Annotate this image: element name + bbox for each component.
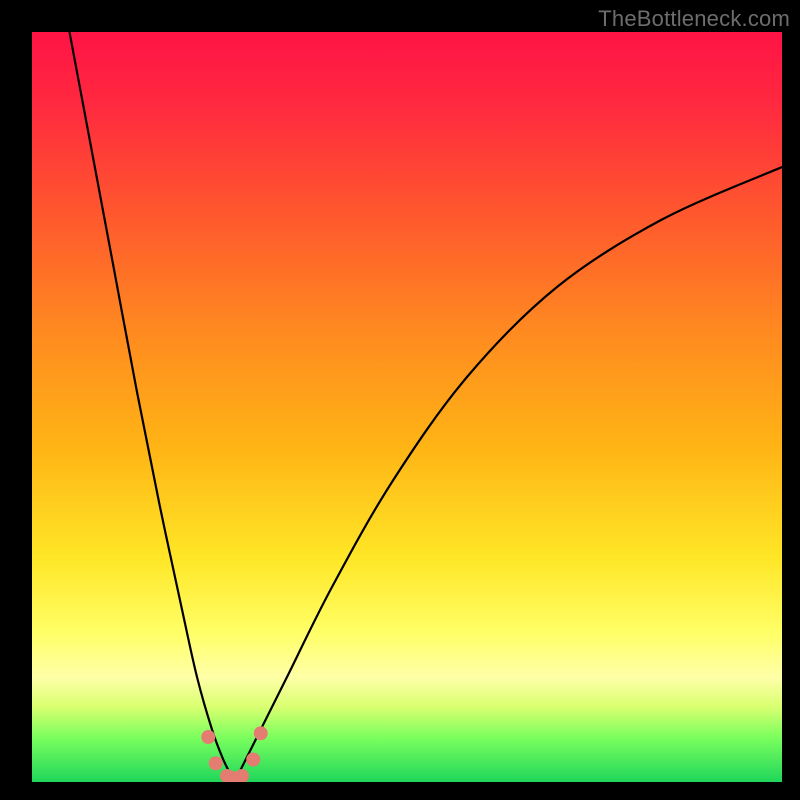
plot-area: [32, 32, 782, 782]
highlight-dot: [246, 753, 260, 767]
highlight-dot: [201, 730, 215, 744]
highlight-dot: [254, 726, 268, 740]
curve-right-branch: [235, 167, 783, 782]
curve-layer: [32, 32, 782, 782]
highlight-dot: [209, 756, 223, 770]
highlight-dots: [201, 726, 268, 782]
curve-left-branch: [70, 32, 235, 782]
chart-frame: TheBottleneck.com: [0, 0, 800, 800]
watermark-text: TheBottleneck.com: [598, 6, 790, 32]
highlight-dot: [235, 769, 249, 782]
